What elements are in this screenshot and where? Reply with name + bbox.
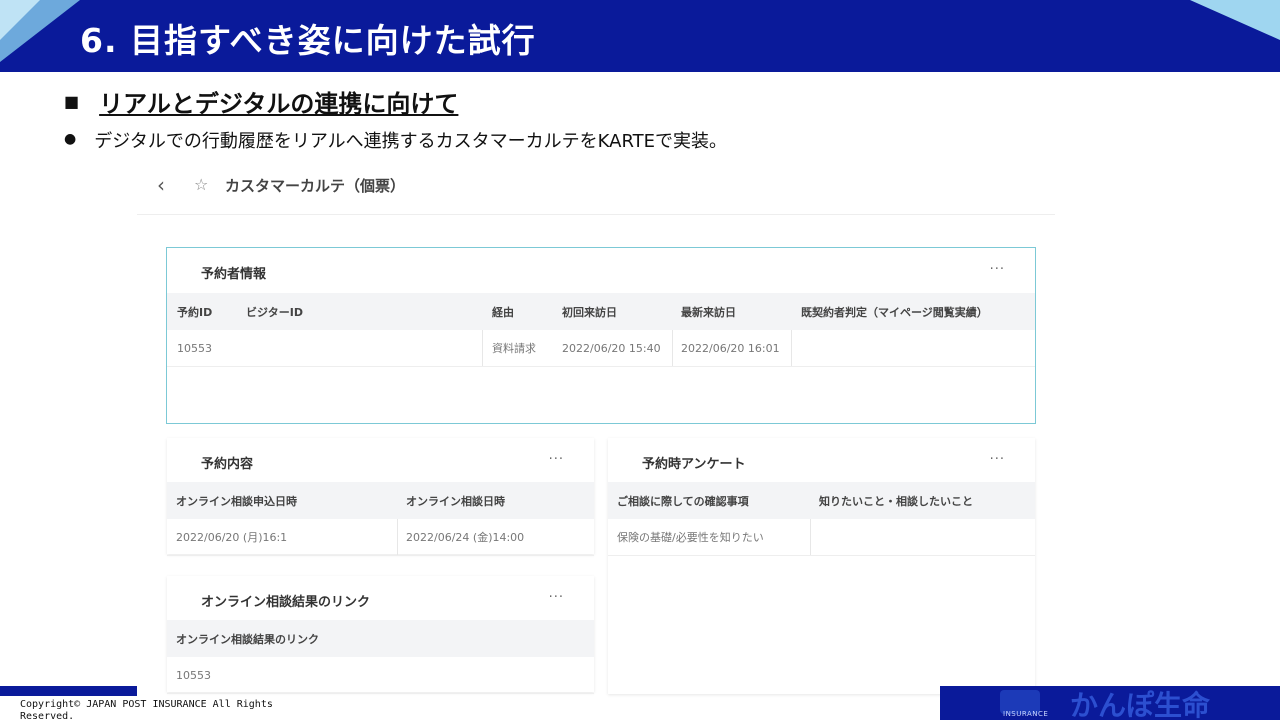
slide-title: 6. 目指すべき姿に向けた試行	[80, 21, 536, 60]
column-header: 初回来訪日	[562, 305, 617, 319]
table-header-row: 予約ID ビジターID 経由 初回来訪日 最新来訪日 既契約者判定（マイページ閲…	[167, 293, 1035, 330]
corner-decoration	[0, 0, 40, 40]
more-menu-icon[interactable]: ···	[549, 590, 564, 605]
column-header: オンライン相談結果のリンク	[176, 632, 319, 646]
card-survey[interactable]: 予約時アンケート ··· ご相談に際しての確認事項 知りたいこと・相談したいこと…	[608, 438, 1035, 694]
more-menu-icon[interactable]: ···	[990, 262, 1005, 277]
table-cell: 2022/06/20 15:40	[562, 341, 661, 355]
star-icon[interactable]: ☆	[194, 175, 208, 194]
card-title: オンライン相談結果のリンク	[201, 595, 371, 610]
card-title: 予約時アンケート	[642, 457, 746, 472]
table-cell: 2022/06/24 (金)14:00	[406, 531, 525, 544]
table-cell: 10553	[176, 668, 211, 682]
card-title: 予約内容	[201, 457, 254, 472]
column-header: オンライン相談日時	[406, 494, 505, 508]
card-reservation-info[interactable]: 予約者情報 ··· 予約ID ビジターID 経由 初回来訪日 最新来訪日 既契約…	[166, 247, 1036, 424]
column-header: ビジターID	[246, 305, 304, 319]
footer-bar	[0, 686, 137, 696]
table-row: 10553 資料請求 2022/06/20 15:40 2022/06/20 1…	[167, 330, 1035, 367]
card-reservation-details[interactable]: 予約内容 ··· オンライン相談申込日時 オンライン相談日時 2022/06/2…	[167, 438, 594, 556]
bullet-text: デジタルでの行動履歴をリアルへ連携するカスタマーカルテをKARTEで実装。	[94, 131, 728, 152]
column-header: ご相談に際しての確認事項	[617, 494, 749, 508]
table-header-row: ご相談に際しての確認事項 知りたいこと・相談したいこと	[608, 482, 1035, 519]
record-header: ‹ ☆ カスタマーカルテ（個票）	[137, 162, 1055, 215]
square-bullet-icon: ■	[64, 92, 80, 111]
record-title: カスタマーカルテ（個票）	[225, 177, 406, 195]
table-header-row: オンライン相談申込日時 オンライン相談日時	[167, 482, 594, 519]
logo-subtext: INSURANCE	[1003, 710, 1049, 718]
customer-record-screenshot: ‹ ☆ カスタマーカルテ（個票） 予約者情報 ··· 予約ID ビジターID 経…	[137, 162, 1055, 700]
more-menu-icon[interactable]: ···	[990, 452, 1005, 467]
column-header: オンライン相談申込日時	[176, 494, 297, 508]
card-consultation-result-link[interactable]: オンライン相談結果のリンク ··· オンライン相談結果のリンク 10553	[167, 576, 594, 694]
corner-decoration	[1190, 0, 1280, 40]
table-cell: 2022/06/20 (月)16:1	[176, 531, 288, 544]
card-title: 予約者情報	[201, 267, 267, 282]
table-row: 10553	[167, 657, 594, 694]
dot-bullet-icon: ●	[64, 131, 77, 147]
table-cell: 資料請求	[492, 342, 536, 355]
column-header: 予約ID	[177, 305, 213, 319]
table-cell: 保険の基礎/必要性を知りたい	[617, 531, 764, 544]
table-header-row: オンライン相談結果のリンク	[167, 620, 594, 657]
table-row: 2022/06/20 (月)16:1 2022/06/24 (金)14:00	[167, 519, 594, 556]
column-header: 最新来訪日	[681, 305, 736, 319]
column-header: 経由	[492, 305, 514, 319]
company-logo: かんぽ生命	[1070, 689, 1211, 722]
copyright-notice: Copyright© JAPAN POST INSURANCE All Righ…	[20, 699, 273, 722]
table-row: 保険の基礎/必要性を知りたい	[608, 519, 1035, 556]
table-cell: 2022/06/20 16:01	[681, 341, 780, 355]
column-header: 知りたいこと・相談したいこと	[819, 494, 973, 508]
section-title: リアルとデジタルの連携に向けて	[99, 90, 459, 118]
table-cell: 10553	[177, 341, 212, 355]
column-header: 既契約者判定（マイページ閲覧実績）	[801, 305, 988, 319]
bullet-item: ● デジタルでの行動履歴をリアルへ連携するカスタマーカルテをKARTEで実装。	[64, 127, 727, 153]
back-chevron-icon[interactable]: ‹	[157, 173, 165, 197]
section-heading: ■ リアルとデジタルの連携に向けて	[64, 84, 458, 119]
more-menu-icon[interactable]: ···	[549, 452, 564, 467]
